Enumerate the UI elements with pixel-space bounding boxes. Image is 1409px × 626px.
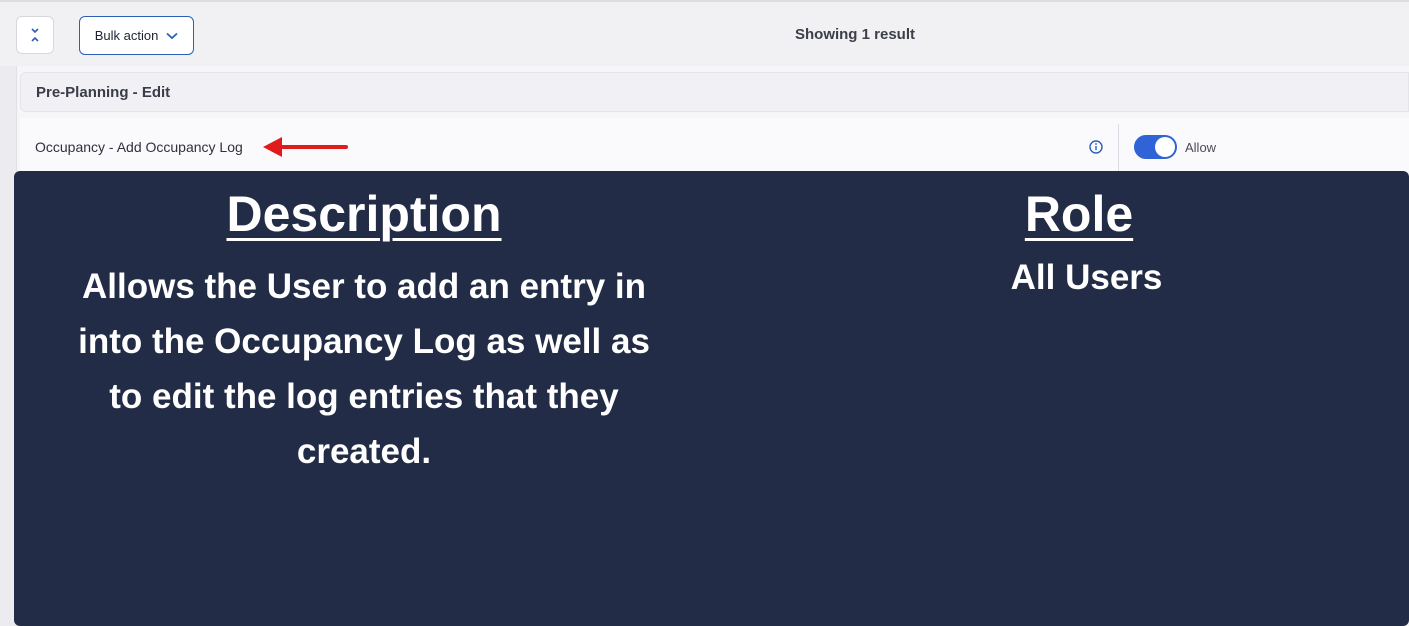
collapse-chevrons-icon xyxy=(31,28,39,42)
chevron-down-icon xyxy=(166,32,178,39)
column-divider xyxy=(1118,124,1119,172)
red-arrow-left-icon xyxy=(263,137,348,157)
collapse-all-button[interactable] xyxy=(16,16,54,54)
permission-row: Occupancy - Add Occupancy Log Allow xyxy=(20,118,1409,172)
role-body: All Users xyxy=(1010,258,1163,297)
role-heading: Role xyxy=(1024,186,1134,242)
allow-label: Allow xyxy=(1185,140,1217,155)
bulk-action-label: Bulk action xyxy=(94,28,159,43)
permission-label: Occupancy - Add Occupancy Log xyxy=(35,139,243,155)
section-title: Pre-Planning - Edit xyxy=(36,83,171,101)
description-heading: Description xyxy=(226,186,502,242)
allow-toggle[interactable] xyxy=(1134,135,1177,159)
section-header[interactable]: Pre-Planning - Edit xyxy=(20,72,1409,112)
toggle-knob xyxy=(1155,137,1175,157)
bulk-action-button[interactable]: Bulk action xyxy=(79,16,194,55)
toolbar: Bulk action Showing 1 result xyxy=(0,0,1409,66)
info-icon[interactable] xyxy=(1089,140,1103,154)
result-count: Showing 1 result xyxy=(794,26,915,43)
description-body: Allows the User to add an entry in into … xyxy=(78,267,650,471)
description-overlay: Description Allows the User to add an en… xyxy=(14,171,1409,626)
